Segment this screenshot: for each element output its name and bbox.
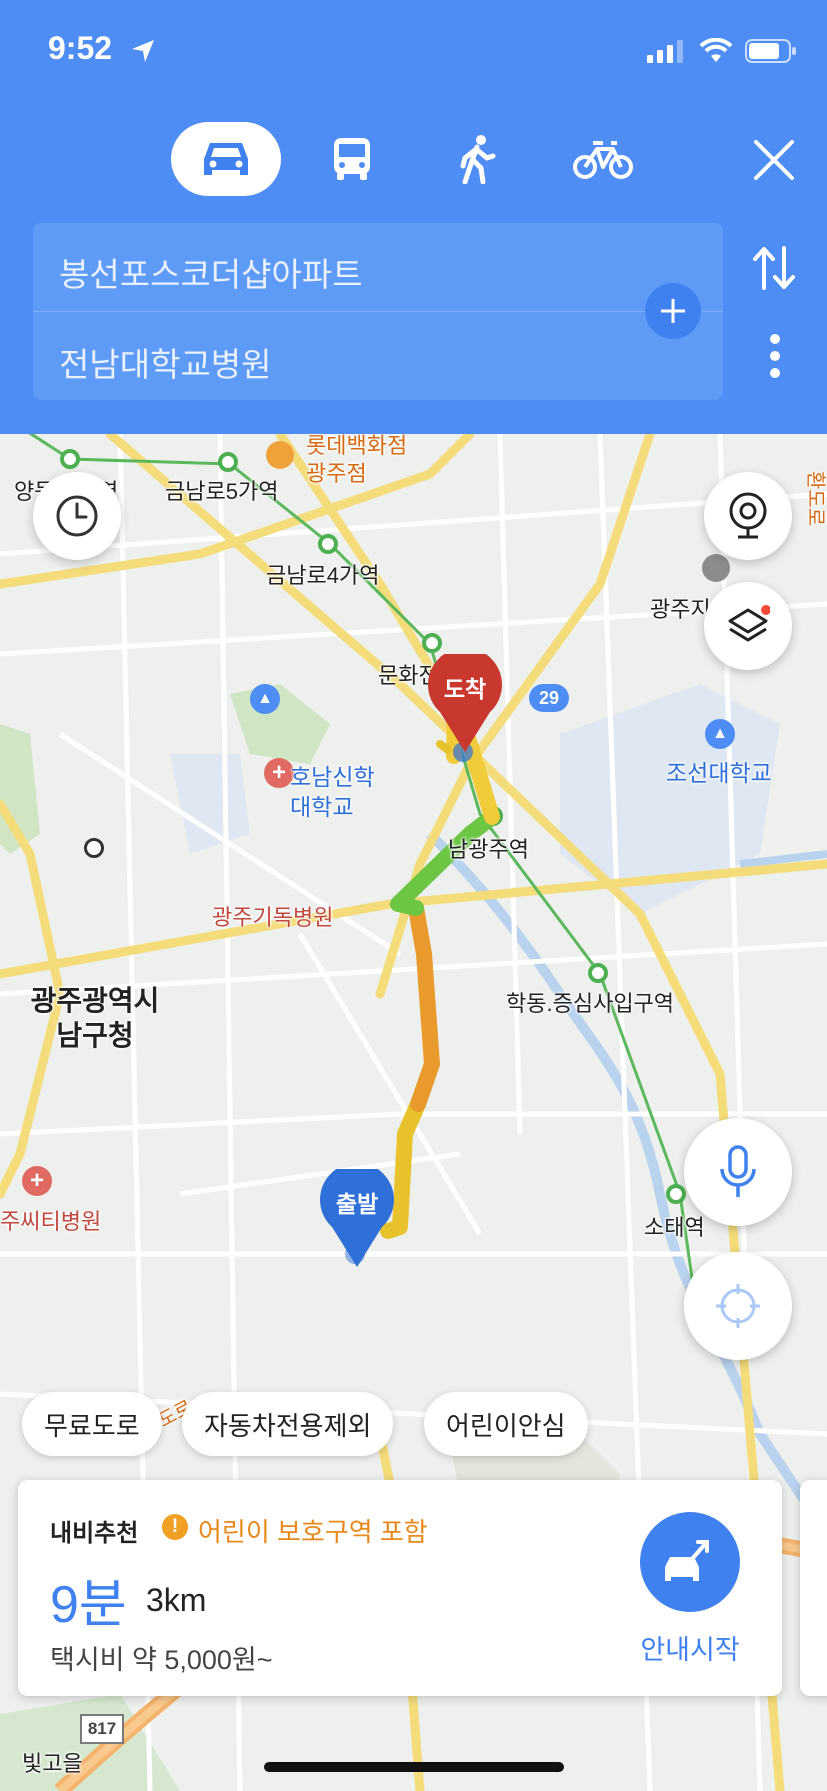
status-time: 9:52 — [48, 30, 113, 66]
label-lotte-2: 광주점 — [306, 461, 367, 486]
label-hakdong: 학동.증심사입구역 — [506, 991, 675, 1016]
navigation-car-icon — [665, 1540, 709, 1581]
filter-child-safety[interactable]: 어린이안심 — [424, 1392, 588, 1456]
label-namgu-1: 광주광역시 — [30, 985, 160, 1016]
crosshair-icon — [716, 1284, 760, 1328]
map-pin-blue-icon — [320, 1169, 394, 1267]
university-icon: ▲ — [250, 684, 280, 714]
swap-arrows-icon[interactable] — [750, 244, 798, 292]
start-marker-label: 출발 — [335, 1191, 379, 1217]
destination-marker[interactable]: 도착 — [428, 654, 502, 754]
label-christian-hospital: 광주기독병원 — [212, 905, 334, 930]
destination-marker-label: 도착 — [443, 676, 487, 702]
car-icon — [204, 143, 248, 175]
start-navigation-button[interactable] — [640, 1512, 740, 1612]
mode-car-button[interactable] — [171, 122, 281, 196]
destination-input[interactable]: 전남대학교병원 — [59, 338, 272, 386]
plus-icon — [661, 299, 685, 323]
school-zone-warning: 어린이 보호구역 포함 — [198, 1517, 428, 1547]
university-icon-chosun: ▲ — [705, 719, 735, 749]
route-type-label: 내비추천 — [50, 1520, 139, 1547]
label-chosun: 조선대학교 — [666, 760, 772, 786]
courthouse-icon — [702, 554, 730, 582]
next-route-card[interactable] — [800, 1480, 827, 1696]
microphone-icon — [720, 1145, 756, 1197]
taxi-fare: 택시비 약 5,000원~ — [50, 1645, 273, 1675]
mode-bus-button[interactable] — [297, 122, 407, 196]
route-summary-card[interactable]: 내비추천 ! 어린이 보호구역 포함 9분 3km 택시비 약 5,000원~ … — [18, 1480, 782, 1696]
hospital-icon-city: + — [22, 1166, 52, 1196]
district-office-icon — [84, 838, 104, 858]
route-distance: 3km — [146, 1582, 207, 1618]
history-button[interactable] — [33, 472, 121, 560]
wifi-icon — [699, 38, 733, 62]
status-icons — [647, 38, 797, 64]
clock-icon — [56, 495, 98, 537]
map-pin-red-icon — [428, 654, 502, 752]
mode-bike-button[interactable] — [548, 122, 658, 196]
label-geumnamro5: 금남로5가역 — [165, 479, 279, 504]
cellular-signal-icon — [647, 40, 683, 63]
route-duration: 9분 — [50, 1576, 127, 1634]
more-options-icon[interactable] — [765, 332, 785, 380]
origin-input[interactable]: 봉선포스코더샵아파트 — [59, 248, 363, 296]
voice-search-button[interactable] — [684, 1118, 792, 1226]
label-sotae: 소태역 — [644, 1215, 705, 1240]
bus-icon — [334, 138, 370, 180]
label-geumnamro4: 금남로4가역 — [266, 563, 380, 588]
cctv-icon — [729, 492, 767, 539]
filter-free-road[interactable]: 무료도로 — [22, 1392, 162, 1456]
add-waypoint-button[interactable] — [645, 283, 701, 339]
layers-icon — [728, 605, 770, 642]
cctv-button[interactable] — [704, 472, 792, 560]
shopping-icon — [266, 441, 294, 469]
label-city-hospital: 주씨티병원 — [0, 1209, 102, 1234]
home-indicator — [264, 1762, 564, 1772]
mode-walk-button[interactable] — [422, 122, 532, 196]
route-input-panel: 봉선포스코더샵아파트 전남대학교병원 — [33, 223, 723, 400]
location-arrow-icon — [132, 40, 154, 62]
label-namgu-2: 남구청 — [56, 1020, 134, 1051]
current-location-button[interactable] — [684, 1252, 792, 1360]
warning-icon: ! — [162, 1514, 188, 1540]
label-honam-2: 대학교 — [290, 794, 354, 820]
route-29-shield: 29 — [529, 684, 569, 712]
label-bitgoeul: 빛고을 — [22, 1751, 83, 1776]
filter-no-motorway[interactable]: 자동차전용제외 — [182, 1392, 394, 1456]
route-817-shield: 817 — [80, 1714, 124, 1744]
layers-button[interactable] — [704, 582, 792, 670]
close-icon[interactable] — [752, 138, 796, 182]
input-divider — [33, 311, 723, 312]
label-gwangju-right: 광주지 — [650, 597, 711, 622]
label-hwanroad: 환도로 — [804, 470, 827, 527]
route-search-header: 9:52 봉선포스코더샵아파트 전남대학교병원 — [0, 0, 827, 434]
start-navigation-label[interactable]: 안내시작 — [640, 1628, 740, 1667]
start-marker[interactable]: 출발 — [320, 1169, 394, 1269]
label-honam-1: 호남신학 — [290, 764, 375, 790]
bicycle-icon — [573, 141, 633, 179]
label-namgwangju: 남광주역 — [448, 837, 529, 862]
battery-icon — [745, 39, 796, 63]
walking-icon — [460, 135, 496, 184]
